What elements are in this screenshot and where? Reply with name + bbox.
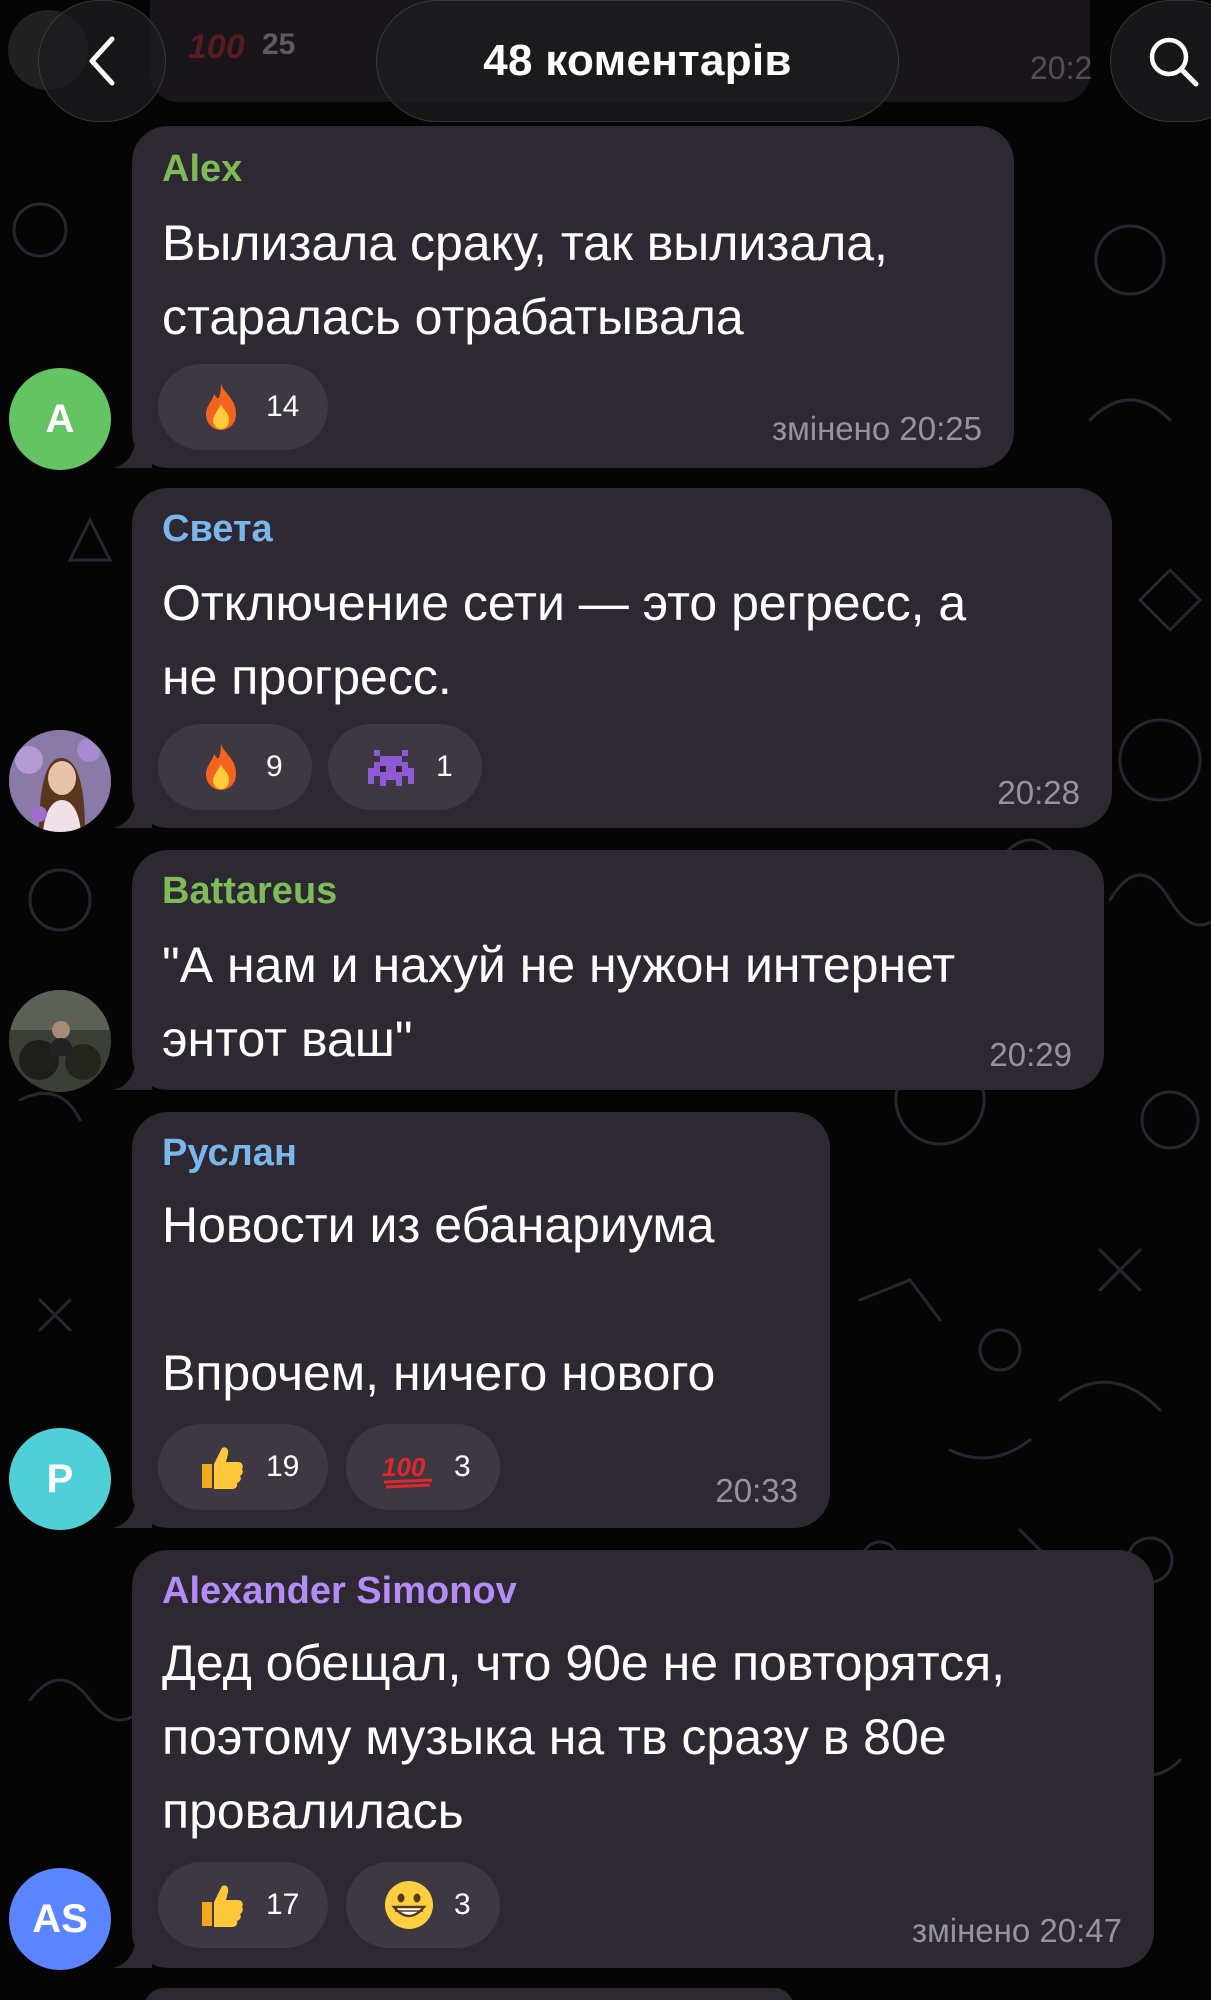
comments-count-title: 48 коментарів bbox=[483, 36, 792, 85]
message-text: Новости из ебанариума Впрочем, ничего но… bbox=[162, 1188, 715, 1410]
avatar[interactable]: AS bbox=[9, 1868, 111, 1970]
avatar[interactable]: A bbox=[9, 368, 111, 470]
message-line: энтот ваш" bbox=[162, 1011, 413, 1067]
hundred-points-icon: 100 bbox=[188, 28, 245, 66]
thumbs-up-icon bbox=[202, 1885, 243, 1927]
reaction-count: 17 bbox=[266, 1888, 300, 1921]
fire-icon bbox=[206, 384, 236, 430]
bubble-tail bbox=[112, 1050, 152, 1090]
hundred-points-icon: 100 bbox=[382, 1452, 433, 1489]
reaction-count: 3 bbox=[454, 1888, 471, 1921]
message-line: старалась отрабатывала bbox=[162, 289, 744, 345]
fire-icon bbox=[206, 744, 236, 790]
message-line: Отключение сети — это регресс, а bbox=[162, 575, 967, 631]
reaction-count: 14 bbox=[266, 390, 300, 423]
previous-message-time: 20:2 bbox=[1030, 50, 1093, 86]
author-name[interactable]: Battareus bbox=[162, 870, 337, 913]
message-line: Вылизала сраку, так вылизала, bbox=[162, 215, 888, 271]
reaction-grinning-face[interactable]: 3 bbox=[346, 1862, 500, 1948]
reaction-space-invader[interactable]: 1 bbox=[328, 724, 482, 810]
avatar-initials: AS bbox=[32, 1896, 88, 1941]
message-bubble[interactable]: Света Отключение сети — это регресс, а н… bbox=[132, 488, 1112, 828]
avatar[interactable] bbox=[9, 730, 111, 832]
author-name[interactable]: Руслан bbox=[162, 1132, 297, 1175]
svg-text:100: 100 bbox=[188, 28, 245, 66]
message-bubble[interactable]: Alex Вылизала сраку, так вылизала, стара… bbox=[132, 126, 1014, 468]
bubble-tail bbox=[112, 1928, 152, 1968]
space-invader-icon bbox=[368, 750, 414, 786]
reaction-count: 1 bbox=[436, 750, 453, 783]
avatar[interactable] bbox=[9, 990, 111, 1092]
reaction-fire[interactable]: 14 bbox=[158, 364, 328, 450]
reaction-count: 19 bbox=[266, 1450, 300, 1483]
svg-text:100: 100 bbox=[382, 1452, 426, 1482]
avatar[interactable]: P bbox=[9, 1428, 111, 1530]
message-line: провалилась bbox=[162, 1783, 464, 1839]
comments-title: 48 коментарів bbox=[376, 0, 899, 122]
message-line: Новости из ебанариума bbox=[162, 1197, 715, 1253]
bubble-tail bbox=[112, 788, 152, 828]
message-time: 20:33 bbox=[715, 1472, 798, 1509]
thumbs-up-icon bbox=[202, 1447, 243, 1489]
message-time: змінено 20:47 bbox=[911, 1912, 1122, 1949]
message-line: поэтому музыка на тв сразу в 80е bbox=[162, 1709, 947, 1765]
message-time: змінено 20:25 bbox=[771, 410, 982, 447]
user-photo bbox=[9, 730, 111, 832]
message-line bbox=[162, 1262, 715, 1336]
search-icon bbox=[1149, 37, 1199, 87]
message-line: не прогресс. bbox=[162, 649, 452, 705]
avatar-initials: A bbox=[45, 396, 75, 441]
message-line: "А нам и нахуй не нужон интернет bbox=[162, 937, 956, 993]
reaction-count: 9 bbox=[266, 750, 283, 783]
search-button[interactable] bbox=[1110, 0, 1211, 122]
message-time: 20:28 bbox=[997, 774, 1080, 811]
message-text: Дед обещал, что 90е не повторятся, поэто… bbox=[162, 1626, 1005, 1848]
author-name[interactable]: Alex bbox=[162, 148, 242, 191]
author-name[interactable]: Alexander Simonov bbox=[162, 1570, 517, 1613]
message-line: Впрочем, ничего нового bbox=[162, 1345, 716, 1401]
reaction-thumbs-up[interactable]: 19 bbox=[158, 1424, 328, 1510]
next-message-bubble-peek bbox=[144, 1988, 794, 2000]
previous-reaction-count: 25 bbox=[262, 28, 296, 61]
avatar-initials: P bbox=[46, 1456, 74, 1501]
message-bubble[interactable]: Руслан Новости из ебанариума Впрочем, ни… bbox=[132, 1112, 830, 1528]
reaction-thumbs-up[interactable]: 17 bbox=[158, 1862, 328, 1948]
message-line: Дед обещал, что 90е не повторятся, bbox=[162, 1635, 1006, 1691]
message-bubble[interactable]: Battareus "А нам и нахуй не нужон интерн… bbox=[132, 850, 1104, 1090]
reaction-count: 3 bbox=[454, 1450, 471, 1483]
bubble-tail bbox=[112, 428, 152, 468]
top-bar: 100 25 20:2 48 коментарів bbox=[0, 0, 1211, 130]
back-button[interactable] bbox=[38, 0, 166, 122]
message-text: "А нам и нахуй не нужон интернет энтот в… bbox=[162, 928, 955, 1076]
author-name[interactable]: Света bbox=[162, 508, 273, 551]
message-text: Вылизала сраку, так вылизала, старалась … bbox=[162, 206, 888, 354]
reaction-fire[interactable]: 9 bbox=[158, 724, 312, 810]
reaction-hundred-points[interactable]: 100 3 bbox=[346, 1424, 500, 1510]
message-time: 20:29 bbox=[989, 1036, 1072, 1073]
message-bubble[interactable]: Alexander Simonov Дед обещал, что 90е не… bbox=[132, 1550, 1154, 1968]
user-photo bbox=[9, 990, 111, 1092]
chevron-left-icon bbox=[89, 36, 115, 86]
grinning-face-icon bbox=[385, 1881, 433, 1929]
bubble-tail bbox=[112, 1488, 152, 1528]
message-text: Отключение сети — это регресс, а не прог… bbox=[162, 566, 966, 714]
